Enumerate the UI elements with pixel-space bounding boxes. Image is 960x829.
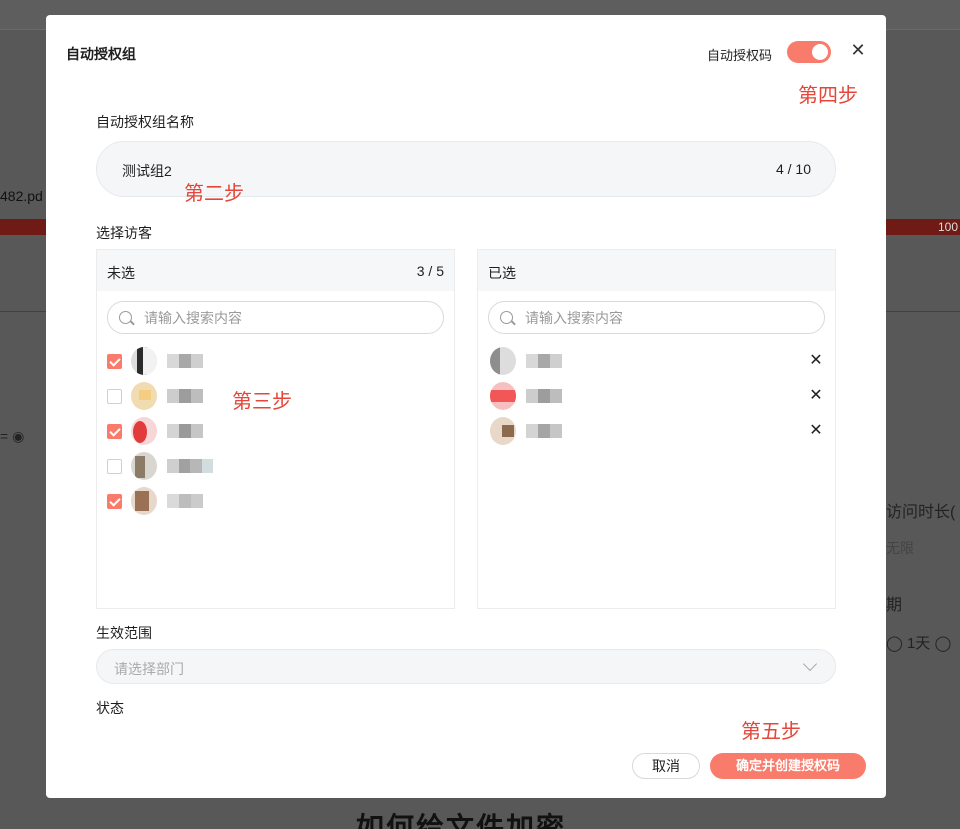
visitor-name-redacted	[167, 424, 203, 438]
avatar	[131, 382, 157, 410]
auto-auth-group-dialog: 自动授权组 自动授权码 ✕ 第四步 自动授权组名称 测试组2 4 / 10 第二…	[46, 15, 886, 798]
selected-visitors-panel: 已选 ✕ ✕ ✕	[477, 249, 836, 609]
cancel-button[interactable]: 取消	[632, 753, 700, 779]
background-unlimited-text: 无限	[886, 540, 914, 556]
visitor-name-redacted	[167, 494, 203, 508]
unselected-panel-header: 未选 3 / 5	[97, 250, 454, 291]
selected-visitor-item: ✕	[478, 346, 835, 376]
auto-code-toggle[interactable]	[787, 41, 831, 63]
unselected-search-box[interactable]	[107, 301, 444, 334]
background-duration-label: 访问时长(	[886, 504, 956, 521]
unselected-panel-title: 未选	[107, 265, 135, 281]
selected-visitor-item: ✕	[478, 416, 835, 446]
visitor-item[interactable]	[97, 486, 454, 516]
close-icon[interactable]: ✕	[848, 39, 868, 61]
avatar	[490, 347, 516, 375]
visitor-item[interactable]	[97, 451, 454, 481]
confirm-create-code-button[interactable]: 确定并创建授权码	[710, 753, 866, 779]
visitor-checkbox[interactable]	[107, 354, 122, 369]
visitor-item[interactable]	[97, 346, 454, 376]
visitor-checkbox[interactable]	[107, 389, 122, 404]
status-label: 状态	[96, 700, 124, 716]
background-file-name: 482.pd	[0, 188, 43, 204]
visitor-name-redacted	[167, 459, 213, 473]
avatar	[131, 347, 157, 375]
avatar	[490, 382, 516, 410]
background-radio-text: = ◉	[0, 428, 25, 444]
annotation-step5: 第五步	[741, 721, 801, 743]
selected-visitor-item: ✕	[478, 381, 835, 411]
visitor-checkbox[interactable]	[107, 424, 122, 439]
background-progress-text: 100	[937, 220, 958, 234]
selected-search-box[interactable]	[488, 301, 825, 334]
visitor-name-redacted	[167, 389, 203, 403]
department-select-placeholder: 请选择部门	[114, 661, 184, 677]
background-oneday-option: ◯ 1天 ◯	[886, 635, 952, 652]
toggle-knob	[812, 44, 828, 60]
remove-visitor-icon[interactable]: ✕	[807, 420, 825, 442]
annotation-step4: 第四步	[798, 85, 858, 107]
visitor-name-redacted	[526, 354, 562, 368]
visitor-checkbox[interactable]	[107, 494, 122, 509]
auto-code-label: 自动授权码	[707, 48, 773, 63]
avatar	[131, 417, 157, 445]
selected-panel-header: 已选	[478, 250, 835, 291]
avatar	[131, 452, 157, 480]
select-visitors-label: 选择访客	[96, 225, 152, 241]
scope-label: 生效范围	[96, 625, 152, 641]
background-period-label: 期	[886, 597, 903, 614]
group-name-char-count: 4 / 10	[775, 161, 811, 177]
remove-visitor-icon[interactable]: ✕	[807, 385, 825, 407]
unselected-visitors-panel: 未选 3 / 5	[96, 249, 455, 609]
visitor-name-redacted	[526, 389, 562, 403]
background-page-heading: 如何给文件加密	[356, 812, 567, 829]
selected-panel-title: 已选	[488, 265, 516, 281]
visitor-checkbox[interactable]	[107, 459, 122, 474]
dialog-title: 自动授权组	[66, 46, 136, 62]
chevron-down-icon	[802, 656, 818, 672]
group-name-label: 自动授权组名称	[96, 114, 194, 130]
avatar	[131, 487, 157, 515]
unselected-panel-count: 3 / 5	[416, 263, 444, 279]
avatar	[490, 417, 516, 445]
unselected-search-input[interactable]	[144, 308, 424, 328]
search-icon	[119, 311, 132, 324]
search-icon	[500, 311, 513, 324]
visitor-item[interactable]	[97, 416, 454, 446]
visitor-name-redacted	[526, 424, 562, 438]
visitor-name-redacted	[167, 354, 203, 368]
selected-search-input[interactable]	[525, 308, 805, 328]
annotation-step2: 第二步	[184, 183, 244, 205]
department-select[interactable]: 请选择部门	[96, 649, 836, 684]
group-name-value: 测试组2	[122, 163, 172, 179]
remove-visitor-icon[interactable]: ✕	[807, 350, 825, 372]
annotation-step3: 第三步	[232, 391, 292, 413]
